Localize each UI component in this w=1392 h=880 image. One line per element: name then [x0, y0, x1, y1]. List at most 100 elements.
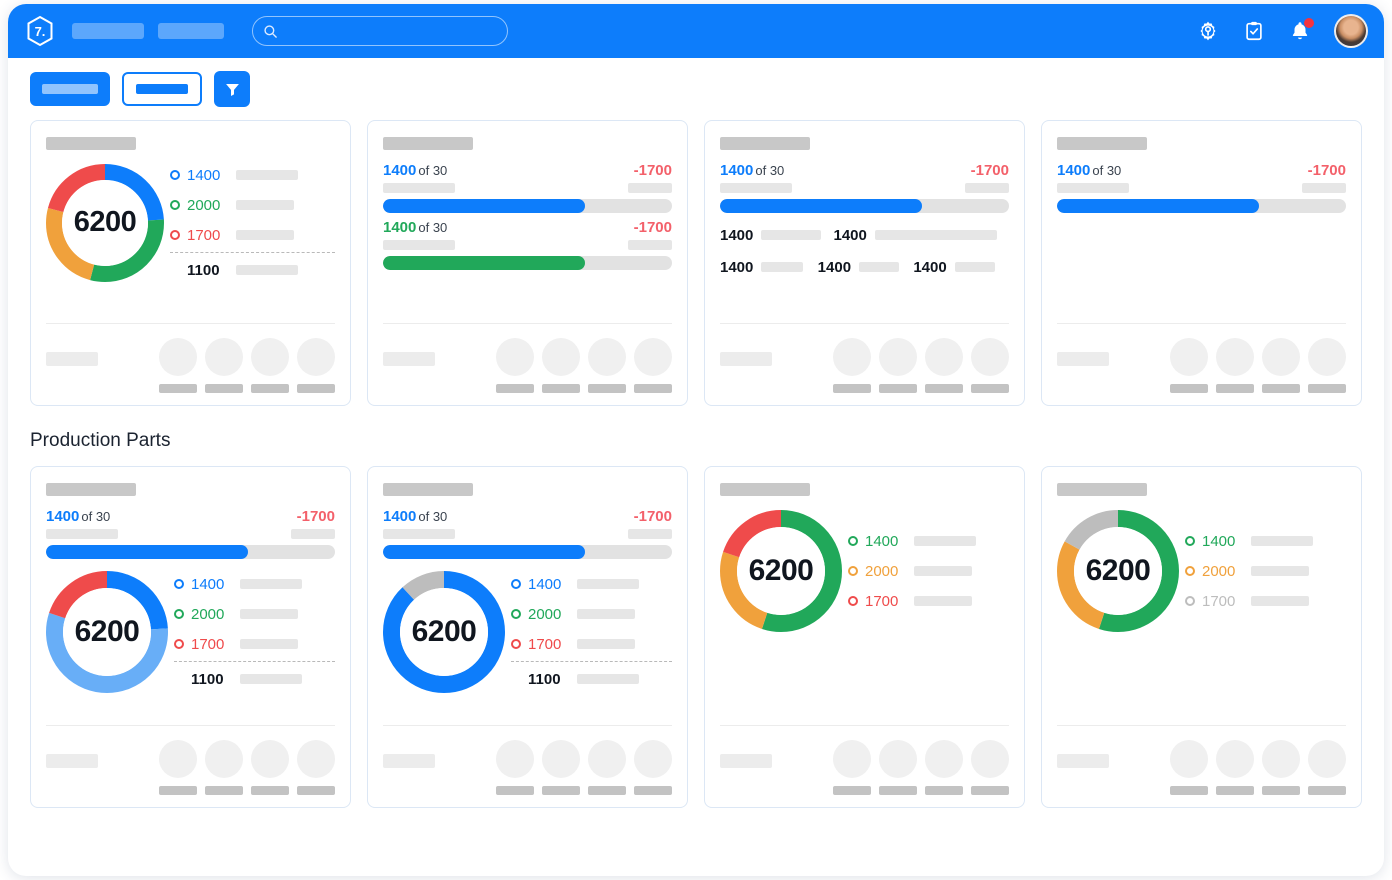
progress-track[interactable]: [720, 199, 1009, 213]
legend-item[interactable]: 1400: [174, 569, 335, 599]
footer-avatar-item[interactable]: [1308, 338, 1346, 393]
progress-track[interactable]: [383, 256, 672, 270]
legend-item[interactable]: 1700: [511, 629, 672, 659]
primary-action-button[interactable]: [30, 72, 110, 106]
legend-label-skeleton: [914, 536, 976, 546]
footer-avatar-item[interactable]: [297, 740, 335, 795]
legend-item[interactable]: 1400: [511, 569, 672, 599]
avatar-placeholder: [1308, 338, 1346, 376]
footer-avatar-item[interactable]: [879, 338, 917, 393]
footer-avatar-item[interactable]: [1170, 338, 1208, 393]
stat-label-skeleton: [955, 262, 995, 272]
footer-avatar-item[interactable]: [588, 740, 626, 795]
legend-item[interactable]: 2000: [848, 556, 1009, 586]
progress-track[interactable]: [383, 545, 672, 559]
donut-summary-card[interactable]: 6200 1400 2000 1700 1100: [30, 120, 351, 406]
avatar-label-skeleton: [251, 786, 289, 795]
footer-avatar-item[interactable]: [159, 740, 197, 795]
progress-donut-card-blue[interactable]: 1400of 30 -1700 6200 1400 2000: [30, 466, 351, 808]
legend-marker-icon: [511, 609, 521, 619]
progress-delta: -1700: [634, 508, 672, 525]
legend-item[interactable]: 1400: [1185, 526, 1346, 556]
progress-block: 1400of 30 -1700: [720, 162, 1009, 213]
nav-item-skeleton-1[interactable]: [72, 23, 144, 39]
progress-track[interactable]: [383, 199, 672, 213]
footer-avatar-item[interactable]: [542, 740, 580, 795]
footer-avatar-item[interactable]: [971, 740, 1009, 795]
legend-item[interactable]: 1400: [848, 526, 1009, 556]
footer-avatar-item[interactable]: [1308, 740, 1346, 795]
legend-label-skeleton: [236, 170, 298, 180]
filter-button[interactable]: [214, 71, 250, 107]
legend-item[interactable]: 2000: [170, 190, 335, 220]
nav-item-skeleton-2[interactable]: [158, 23, 224, 39]
legend-item[interactable]: 1700: [170, 220, 335, 250]
user-avatar[interactable]: [1334, 14, 1368, 48]
donut-chart[interactable]: 6200: [46, 571, 168, 693]
progress-of-label: of 30: [418, 509, 447, 524]
progress-track[interactable]: [46, 545, 335, 559]
search-input[interactable]: [252, 16, 508, 46]
legend-label-skeleton: [577, 579, 639, 589]
footer-avatar-item[interactable]: [205, 740, 243, 795]
footer-avatar-item[interactable]: [925, 740, 963, 795]
secondary-action-button[interactable]: [122, 72, 202, 106]
avatar-label-skeleton: [588, 786, 626, 795]
footer-avatar-item[interactable]: [1216, 338, 1254, 393]
legend-value: 1700: [1202, 593, 1244, 610]
footer-avatar-item[interactable]: [205, 338, 243, 393]
button-label-skeleton: [42, 84, 98, 94]
footer-avatar-item[interactable]: [634, 338, 672, 393]
footer-avatar-item[interactable]: [251, 338, 289, 393]
footer-avatar-item[interactable]: [588, 338, 626, 393]
donut-chart[interactable]: 6200: [1057, 510, 1179, 632]
footer-avatar-item[interactable]: [159, 338, 197, 393]
footer-avatar-item[interactable]: [879, 740, 917, 795]
footer-avatar-item[interactable]: [1262, 338, 1300, 393]
progress-donut-card-gauge[interactable]: 1400of 30 -1700 6200 1400 2000: [367, 466, 688, 808]
single-progress-card[interactable]: 1400of 30 -1700: [1041, 120, 1362, 406]
donut-chart[interactable]: 6200: [720, 510, 842, 632]
legend-item[interactable]: 1400: [170, 160, 335, 190]
donut-chart[interactable]: 6200: [46, 164, 164, 282]
progress-track[interactable]: [1057, 199, 1346, 213]
bell-icon[interactable]: [1288, 19, 1312, 43]
footer-avatar-item[interactable]: [1170, 740, 1208, 795]
footer-avatar-item[interactable]: [297, 338, 335, 393]
footer-avatar-item[interactable]: [971, 338, 1009, 393]
donut-chart[interactable]: 6200: [383, 571, 505, 693]
footer-avatar-item[interactable]: [833, 740, 871, 795]
progress-with-stats-card[interactable]: 1400of 30 -1700 1400 1400 1400 1400: [704, 120, 1025, 406]
footer-avatar-item[interactable]: [496, 740, 534, 795]
hexagon-seven-logo-icon[interactable]: 7.: [22, 13, 58, 49]
footer-avatar-item[interactable]: [1262, 740, 1300, 795]
legend-divider: [170, 252, 335, 253]
footer-avatar-item[interactable]: [542, 338, 580, 393]
legend-total-skeleton: [577, 674, 639, 684]
donut-card-green-orange-red[interactable]: 6200 1400 2000 1700: [704, 466, 1025, 808]
legend-item[interactable]: 2000: [1185, 556, 1346, 586]
footer-avatar-item[interactable]: [634, 740, 672, 795]
footer-avatar-item[interactable]: [496, 338, 534, 393]
footer-avatar-item[interactable]: [925, 338, 963, 393]
avatar-label-skeleton: [159, 786, 197, 795]
app-window: 7.: [8, 4, 1384, 876]
settings-gear-icon[interactable]: [1196, 19, 1220, 43]
avatar-label-skeleton: [251, 384, 289, 393]
card-title-skeleton: [46, 137, 136, 150]
footer-avatar-item[interactable]: [833, 338, 871, 393]
legend-item[interactable]: 1700: [1185, 586, 1346, 616]
progress-value: 1400: [1057, 162, 1090, 179]
donut-card-green-orange-gray[interactable]: 6200 1400 2000 1700: [1041, 466, 1362, 808]
footer-avatar-item[interactable]: [251, 740, 289, 795]
dashboard-content: 6200 1400 2000 1700 1100: [8, 120, 1384, 876]
avatar-placeholder: [925, 740, 963, 778]
legend-total-value: 1100: [528, 671, 570, 688]
legend-item[interactable]: 1700: [174, 629, 335, 659]
legend-item[interactable]: 2000: [511, 599, 672, 629]
legend-item[interactable]: 2000: [174, 599, 335, 629]
clipboard-check-icon[interactable]: [1242, 19, 1266, 43]
legend-item[interactable]: 1700: [848, 586, 1009, 616]
footer-avatar-item[interactable]: [1216, 740, 1254, 795]
dual-progress-card[interactable]: 1400of 30 -1700 1400of 30 -1700: [367, 120, 688, 406]
